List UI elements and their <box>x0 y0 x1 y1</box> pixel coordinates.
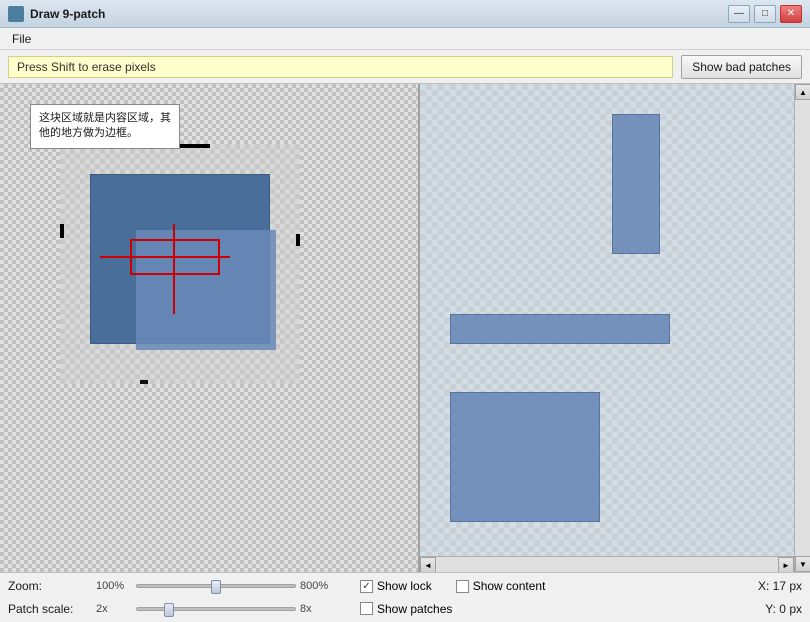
zoom-slider-container: 100% 800% <box>96 580 336 592</box>
title-controls: — □ ✕ <box>728 5 802 23</box>
show-patches-checkbox[interactable] <box>360 602 373 615</box>
patch-outer <box>60 144 300 384</box>
patch-scale-slider-thumb <box>164 603 174 617</box>
window-title: Draw 9-patch <box>30 7 105 21</box>
zoom-min-label: 100% <box>96 580 132 592</box>
preview-wide-shape <box>450 314 670 344</box>
border-left <box>60 224 64 238</box>
patch-scale-slider-container: 2x 8x <box>96 603 336 615</box>
menu-file[interactable]: File <box>4 30 39 48</box>
show-lock-label: Show lock <box>377 579 432 593</box>
red-vertical-line <box>173 224 175 314</box>
scroll-up-button[interactable]: ▲ <box>795 84 810 100</box>
zoom-max-label: 800% <box>300 580 336 592</box>
show-bad-patches-button[interactable]: Show bad patches <box>681 55 802 79</box>
toolbar: Press Shift to erase pixels Show bad pat… <box>0 50 810 84</box>
main-content: 这块区域就是内容区域，其他的地方做为边框。 <box>0 84 810 572</box>
preview-square-shape <box>450 392 600 522</box>
show-content-group: Show content <box>456 579 546 593</box>
editor-pane[interactable]: 这块区域就是内容区域，其他的地方做为边框。 <box>0 84 420 572</box>
status-row-1: Zoom: 100% 800% Show lock Show content X… <box>8 575 802 598</box>
scroll-left-button[interactable]: ◄ <box>420 557 436 572</box>
patch-scale-min-label: 2x <box>96 603 132 615</box>
callout-tooltip: 这块区域就是内容区域，其他的地方做为边框。 <box>30 104 180 149</box>
minimize-button[interactable]: — <box>728 5 750 23</box>
scroll-down-button[interactable]: ▼ <box>795 556 810 572</box>
scroll-right-button[interactable]: ► <box>778 557 794 572</box>
y-coord: Y: 0 px <box>765 602 802 616</box>
show-lock-group: Show lock <box>360 579 432 593</box>
title-bar-left: Draw 9-patch <box>8 6 105 22</box>
canvas-container[interactable] <box>60 144 300 384</box>
maximize-button[interactable]: □ <box>754 5 776 23</box>
show-lock-checkbox[interactable] <box>360 580 373 593</box>
border-right <box>296 234 300 246</box>
callout-text: 这块区域就是内容区域，其他的地方做为边框。 <box>39 112 171 139</box>
patch-scale-max-label: 8x <box>300 603 336 615</box>
hint-text: Press Shift to erase pixels <box>8 56 673 78</box>
red-horizontal-line <box>100 256 230 258</box>
show-content-label: Show content <box>473 579 546 593</box>
status-row-2: Patch scale: 2x 8x Show patches Y: 0 px <box>8 598 802 621</box>
zoom-slider[interactable] <box>136 584 296 588</box>
x-coord: X: 17 px <box>758 579 802 593</box>
preview-tall-shape <box>612 114 660 254</box>
app-icon <box>8 6 24 22</box>
show-content-checkbox[interactable] <box>456 580 469 593</box>
scroll-track-vertical[interactable] <box>795 100 810 556</box>
zoom-label: Zoom: <box>8 579 88 593</box>
horizontal-scrollbar[interactable]: ◄ ► <box>420 556 794 572</box>
zoom-slider-thumb <box>211 580 221 594</box>
patch-scale-slider[interactable] <box>136 607 296 611</box>
status-bar: Zoom: 100% 800% Show lock Show content X… <box>0 572 810 622</box>
title-bar: Draw 9-patch — □ ✕ <box>0 0 810 28</box>
close-button[interactable]: ✕ <box>780 5 802 23</box>
preview-pane: ▲ ▼ ◄ ► <box>420 84 810 572</box>
show-patches-label: Show patches <box>377 602 452 616</box>
patch-scale-label: Patch scale: <box>8 602 88 616</box>
menu-bar: File <box>0 28 810 50</box>
vertical-scrollbar[interactable]: ▲ ▼ <box>794 84 810 572</box>
scroll-track-horizontal[interactable] <box>436 557 778 572</box>
border-bottom <box>140 380 148 384</box>
show-patches-group: Show patches <box>360 602 452 616</box>
